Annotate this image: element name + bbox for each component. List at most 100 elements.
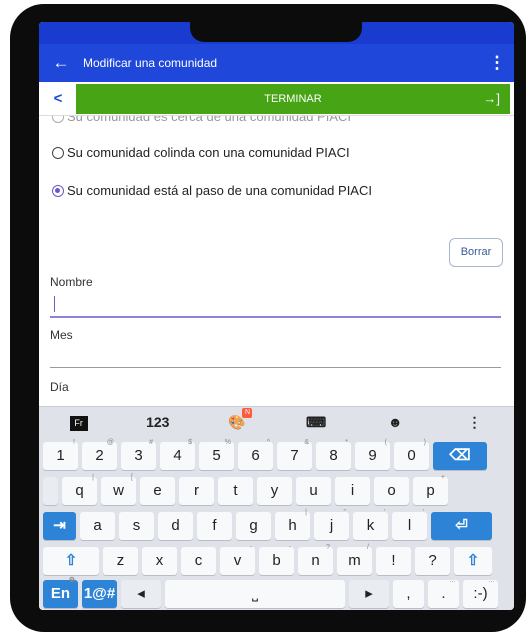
keyboard-toolbar: Fr 123 🎨 N ⌨ ☻ ⋮ — [39, 407, 514, 437]
key-z[interactable]: z — [103, 547, 138, 575]
key-4[interactable]: 4 $ — [160, 439, 195, 470]
more-vert-icon[interactable]: ⋮ — [480, 53, 514, 73]
clear-button[interactable]: Borrar — [449, 238, 503, 267]
key-u[interactable]: u — [296, 477, 331, 505]
key-hint: ) — [423, 439, 426, 446]
key-3[interactable]: 3 # — [121, 439, 156, 470]
key-a[interactable]: a — [80, 512, 115, 540]
mes-input[interactable] — [50, 367, 501, 368]
key-7[interactable]: 7 & — [277, 439, 312, 470]
key-hint: # — [149, 439, 153, 446]
nombre-input[interactable] — [50, 316, 501, 318]
key-5[interactable]: 5% — [199, 439, 234, 470]
numbers-button[interactable]: 123 — [118, 414, 197, 430]
home-row: ⇥ a s d f g h | j " k ' l ' ⏎ — [41, 509, 512, 540]
radio-option-al-paso[interactable]: Su comunidad está al paso de una comunid… — [52, 183, 372, 198]
key-i[interactable]: i — [335, 477, 370, 505]
radio-option-colinda[interactable]: Su comunidad colinda con una comunidad P… — [52, 145, 350, 160]
radio-option-label: Su comunidad colinda con una comunidad P… — [67, 145, 350, 160]
key-n[interactable]: n? — [298, 544, 333, 575]
cursor-left-key[interactable]: ◂ — [121, 580, 161, 608]
key-f[interactable]: f — [197, 512, 232, 540]
period-key[interactable]: .… — [428, 577, 459, 608]
form-body: Su comunidad es cerca de una comunidad P… — [39, 116, 514, 406]
key-y[interactable]: y — [257, 477, 292, 505]
space-key[interactable]: ⎵ — [165, 580, 345, 608]
key-o[interactable]: o — [374, 477, 409, 505]
key-?[interactable]: ? — [415, 547, 450, 575]
key-0[interactable]: 0) — [394, 439, 429, 470]
arrow-left-icon[interactable]: ← — [39, 44, 83, 82]
app-bar: ← Modificar una comunidad ⋮ — [39, 44, 514, 82]
on-screen-keyboard: Fr 123 🎨 N ⌨ ☻ ⋮ 1! 2 @3 #4 $5% 6 ^ 7 & 8 * 9(0) ⌫ q |… — [39, 406, 514, 610]
qwerty-row: q | w[e r t y u i o p + — [41, 474, 512, 505]
key-hint: ⚙ — [68, 577, 75, 584]
number-row: 1! 2 @3 #4 $5% 6 ^ 7 & 8 * 9(0) ⌫ — [41, 439, 512, 470]
key-e[interactable]: e — [140, 477, 175, 505]
key-w[interactable]: w[ — [101, 474, 136, 505]
key-m[interactable]: m / — [337, 544, 372, 575]
key-s[interactable]: s — [119, 512, 154, 540]
backspace-key[interactable]: ⌫ — [433, 442, 487, 470]
shift-key-right[interactable]: ⇧ — [454, 547, 492, 575]
palette-icon[interactable]: 🎨 N — [197, 407, 276, 431]
key-r[interactable]: r — [179, 477, 214, 505]
bottom-letter-row: ⇧ z x c v - b - n? m /!? ⇧ — [41, 544, 512, 575]
radio-selected-icon — [52, 184, 64, 197]
key-l[interactable]: l ' — [392, 509, 427, 540]
key-b[interactable]: b- — [259, 544, 294, 575]
key-8[interactable]: 8 * — [316, 439, 351, 470]
key-hint: $ — [188, 439, 192, 446]
more-options-icon[interactable]: ⋮ — [435, 414, 514, 431]
navigation-row: < TERMINAR →] — [39, 82, 514, 116]
key-hint: - — [249, 544, 252, 551]
key-h[interactable]: h | — [275, 509, 310, 540]
key-v[interactable]: v- — [220, 544, 255, 575]
key-9[interactable]: 9( — [355, 439, 390, 470]
key-hint: ( — [384, 439, 387, 446]
previous-button[interactable]: < — [43, 84, 73, 114]
key-t[interactable]: t — [218, 477, 253, 505]
key-k[interactable]: k ' — [353, 509, 388, 540]
exit-icon: →] — [483, 91, 500, 106]
key-hint: + — [440, 474, 445, 481]
key-![interactable]: ! — [376, 547, 411, 575]
key-hint: & — [304, 439, 309, 446]
key-q[interactable]: q | — [62, 474, 97, 505]
key-x[interactable]: x — [142, 547, 177, 575]
mes-label: Mes — [50, 328, 73, 342]
finish-button[interactable]: TERMINAR →] — [76, 84, 510, 114]
camera-notch — [190, 4, 362, 42]
spacer-key[interactable] — [43, 477, 58, 505]
comma-key[interactable]: , — [393, 580, 424, 608]
text-cursor — [54, 296, 55, 312]
key-hint: - — [288, 544, 291, 551]
cursor-right-key[interactable]: ▸ — [349, 580, 389, 608]
key-hint: * — [345, 439, 348, 446]
space-row: En ⚙ 1@# ◂ ⎵ ▸,.…:-)… — [41, 577, 512, 608]
language-key[interactable]: En ⚙ — [43, 577, 78, 608]
key-d[interactable]: d — [158, 512, 193, 540]
radio-option-cerca[interactable]: Su comunidad es cerca de una comunidad P… — [52, 116, 351, 124]
key-hint: @ — [106, 439, 114, 446]
key-g[interactable]: g — [236, 512, 271, 540]
keyboard-hide-icon[interactable]: ⌨ — [277, 414, 356, 431]
language-icon[interactable]: Fr — [39, 413, 118, 431]
shift-key-left[interactable]: ⇧ — [43, 547, 99, 575]
key-p[interactable]: p + — [413, 474, 448, 505]
tab-key[interactable]: ⇥ — [43, 512, 76, 540]
key-hint: ^ — [266, 439, 270, 446]
enter-key[interactable]: ⏎ — [431, 512, 492, 540]
key-hint: … — [488, 577, 495, 584]
smiley-key[interactable]: :-)… — [463, 577, 498, 608]
radio-option-label: Su comunidad está al paso de una comunid… — [67, 183, 372, 198]
key-2[interactable]: 2 @ — [82, 439, 117, 470]
screen: ← Modificar una comunidad ⋮ < TERMINAR →… — [39, 22, 514, 610]
emoji-icon[interactable]: ☻ — [356, 414, 435, 430]
key-j[interactable]: j " — [314, 509, 349, 540]
key-hint: / — [367, 544, 369, 551]
key-6[interactable]: 6 ^ — [238, 439, 273, 470]
key-c[interactable]: c — [181, 547, 216, 575]
key-1[interactable]: 1! — [43, 439, 78, 470]
symbols-key[interactable]: 1@# — [82, 580, 117, 608]
